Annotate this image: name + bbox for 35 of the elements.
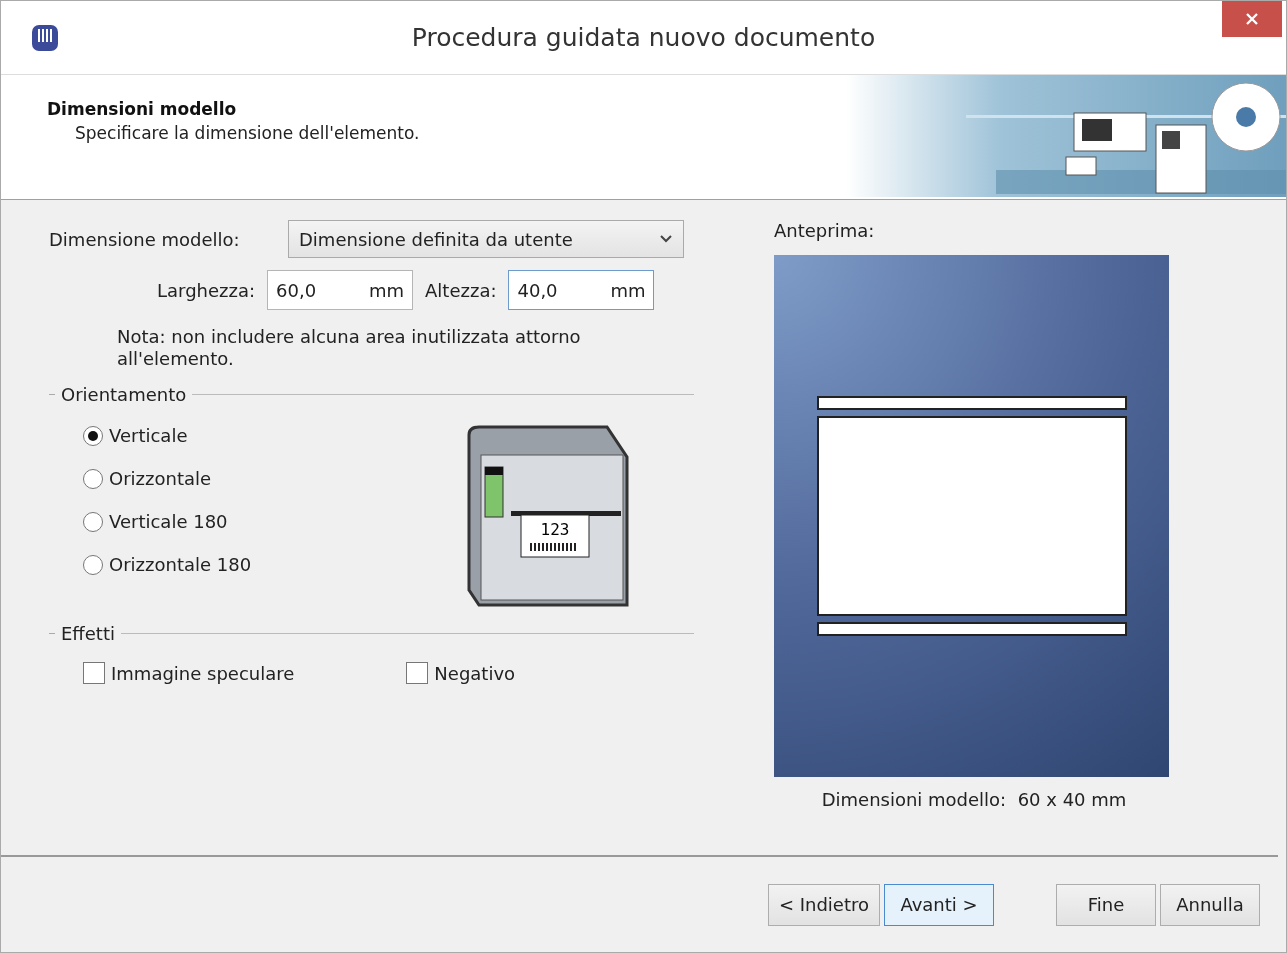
radio-button[interactable] [83,554,103,575]
checkbox[interactable] [83,662,105,684]
wizard-button[interactable]: Fine [1056,883,1156,926]
wizard-button[interactable]: < Indietro [767,883,880,926]
preview-caption: Dimensioni modello: 60 x 40 mm [820,789,1128,810]
radio-option[interactable]: Orizzontale 180 [83,554,252,575]
radio-button[interactable] [83,511,103,532]
field-label: Altezza: [425,279,497,301]
radio-option[interactable]: Orizzontale [83,468,252,489]
radio-option[interactable]: Verticale [83,425,252,446]
preview-title: Anteprima: [774,220,876,241]
radio-option[interactable]: Verticale 180 [83,511,252,532]
checkbox[interactable] [406,662,429,684]
chevron-down-icon [659,234,673,244]
group-title: Orientamento [61,384,187,405]
group-title: Effetti [61,623,115,644]
wizard-button[interactable]: Avanti > [884,883,994,926]
label-text: 123 [540,520,570,539]
checkbox-option[interactable]: Negativo [406,662,516,684]
window-title: Procedura guidata nuovo documento [410,23,877,52]
page-title: Dimensioni modello [47,99,238,119]
app-icon [31,23,59,52]
field-label: Larghezza: [157,279,256,301]
checkbox-option[interactable]: Immagine speculare [83,662,295,684]
radio-button[interactable] [83,425,103,446]
input-field[interactable]: 40,0 mm [508,270,655,310]
close-icon [1245,12,1259,26]
close-button[interactable] [1222,1,1282,37]
size-dropdown[interactable]: Dimensione definita da utente [288,220,684,258]
field-label: Dimensione modello: [49,228,240,250]
wizard-button[interactable]: Annulla [1160,883,1260,926]
input-field[interactable]: 60,0 mm [267,270,414,310]
note-text: Nota: non includere alcuna area inutilizzata attorno all'elemento. [117,326,582,370]
radio-button[interactable] [83,468,103,489]
page-subtitle: Specificare la dimensione dell'elemento. [74,123,420,143]
